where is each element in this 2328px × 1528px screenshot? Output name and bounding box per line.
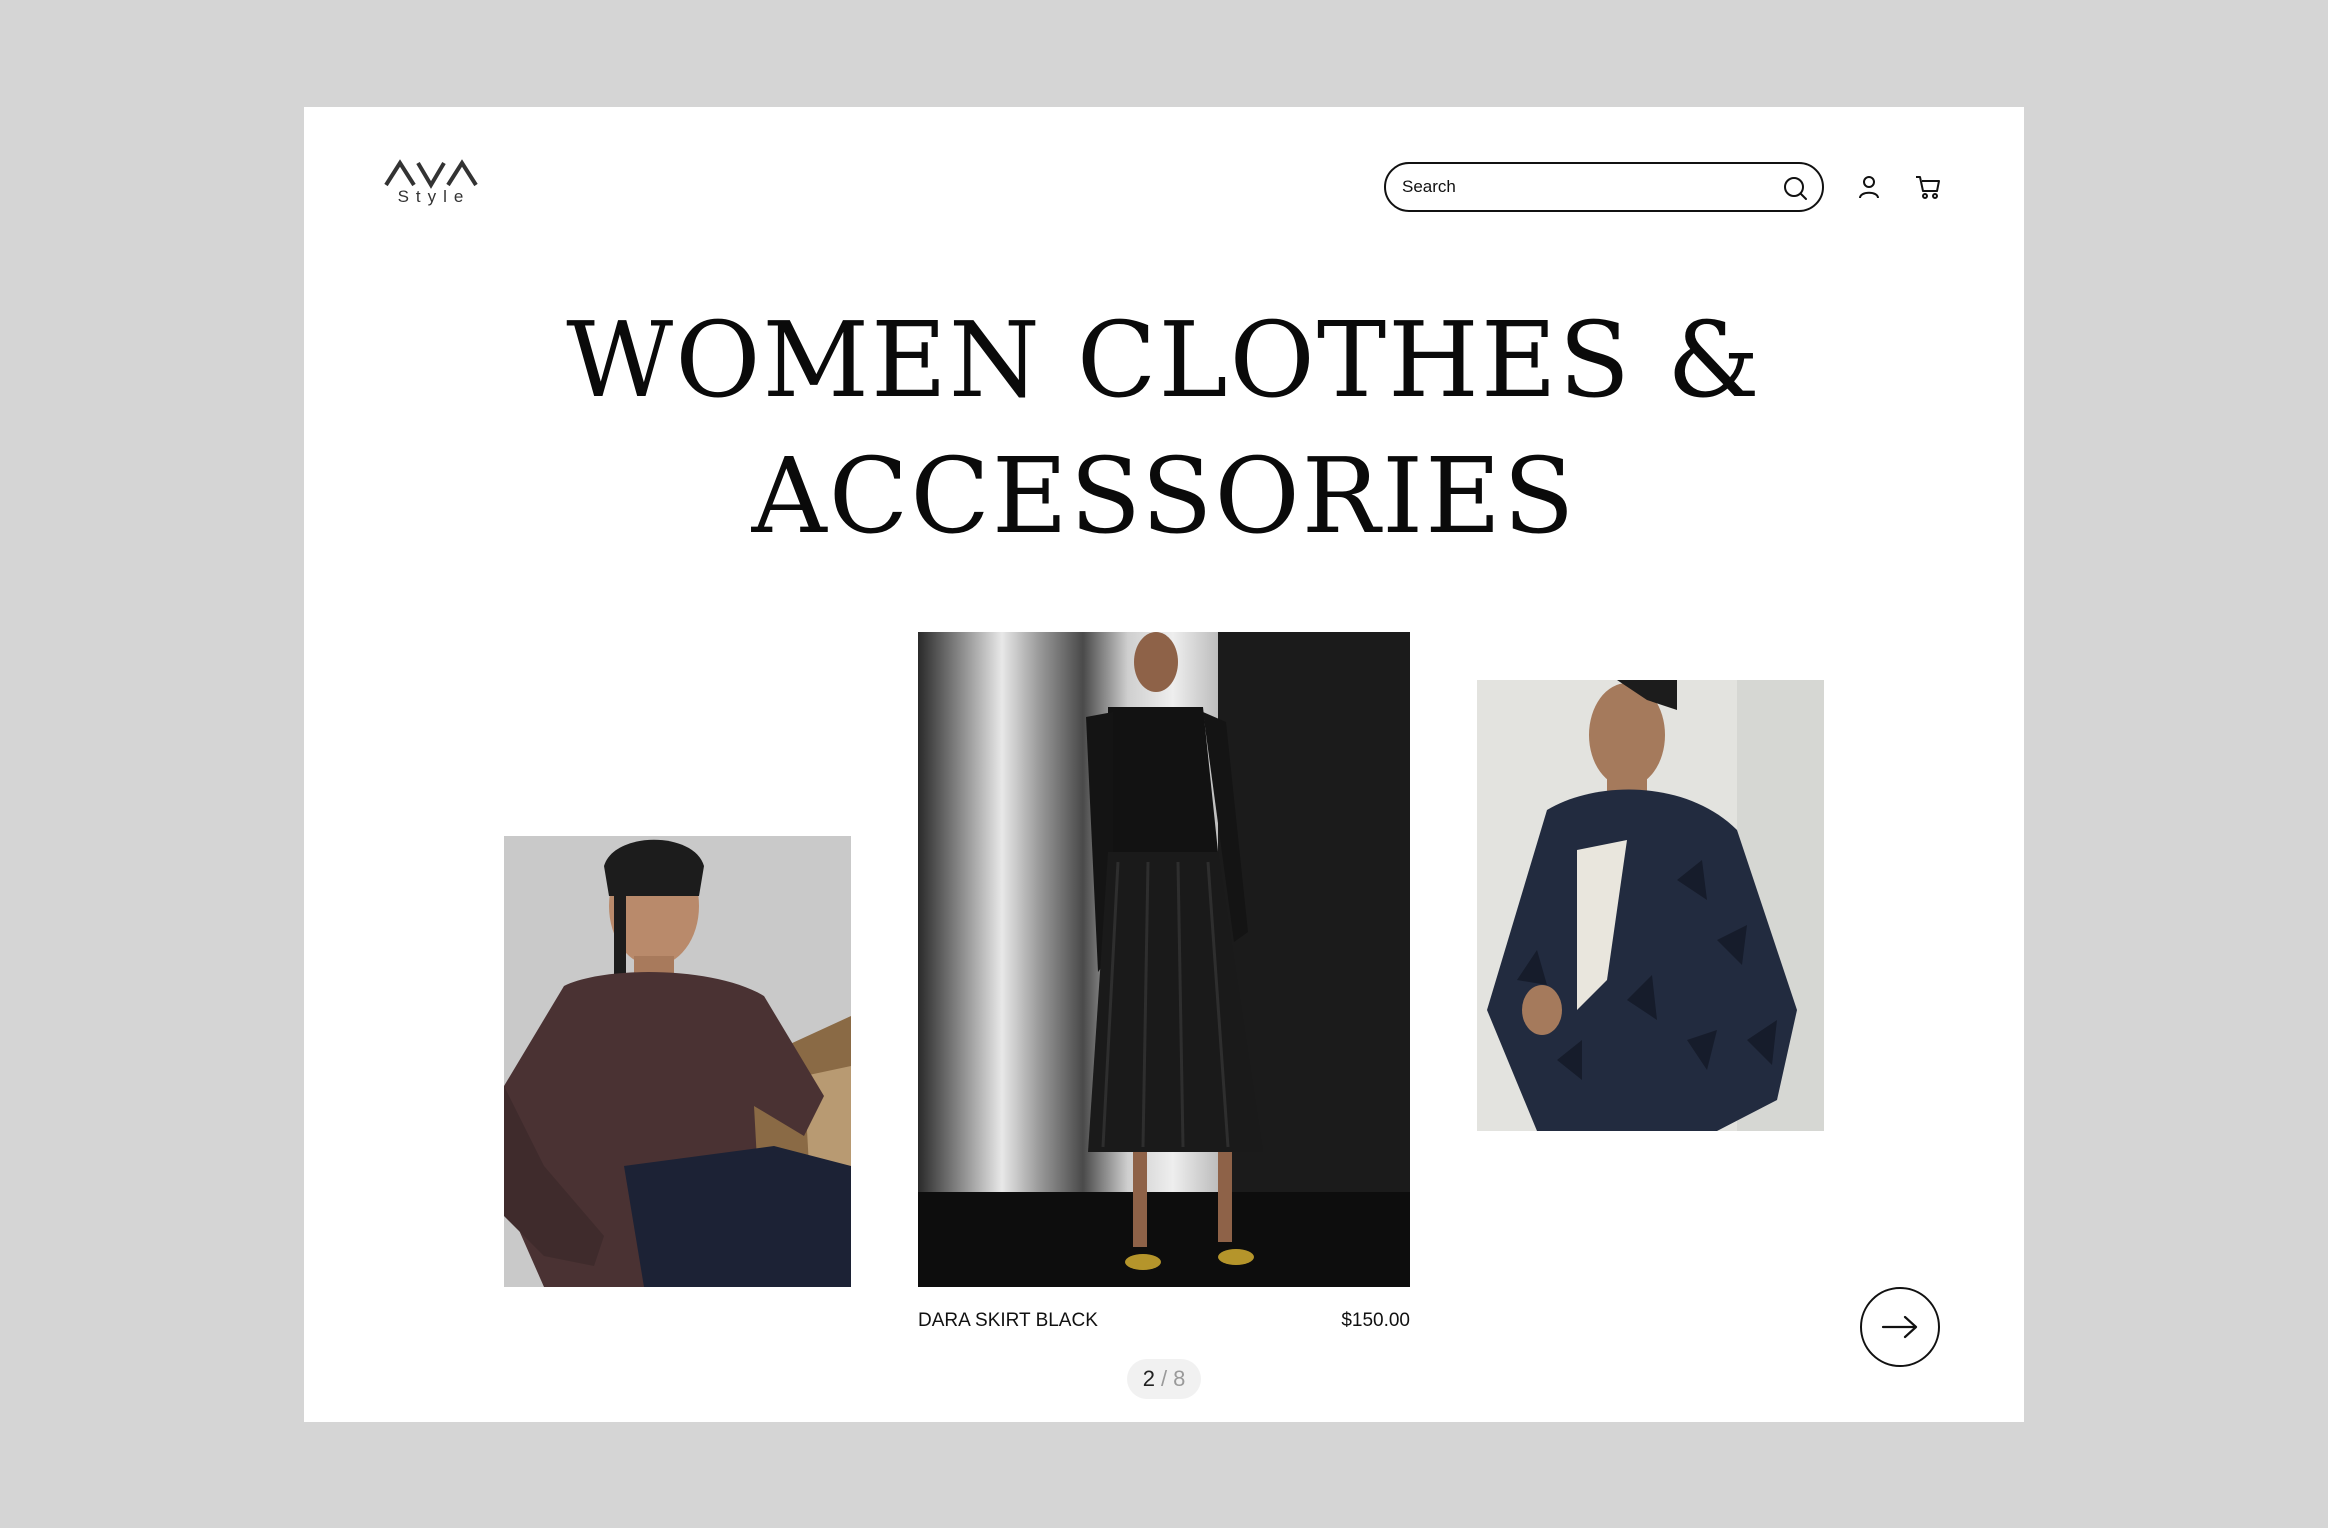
search-bar[interactable] xyxy=(1384,162,1824,212)
carousel-pager: 2 / 8 xyxy=(1127,1359,1201,1399)
user-icon[interactable] xyxy=(1856,174,1882,200)
product-image-prev[interactable] xyxy=(504,836,851,1287)
search-icon[interactable] xyxy=(1782,175,1808,201)
arrow-right-icon xyxy=(1881,1315,1918,1339)
logo-mark-icon xyxy=(384,159,478,189)
brand-logo[interactable]: Style xyxy=(384,159,478,207)
page-title-line-1: WOMEN CLOTHES & xyxy=(566,299,1762,421)
page: Style WOMEN CLOTHES & ACCESSORIES xyxy=(304,107,2024,1422)
cart-icon[interactable] xyxy=(1914,173,1942,201)
logo-subtitle: Style xyxy=(397,187,471,206)
woman-in-fringe-jacket-photo xyxy=(1477,680,1824,1131)
pager-total: 8 xyxy=(1173,1366,1186,1391)
product-image-next[interactable] xyxy=(1477,680,1824,1131)
pager-separator: / xyxy=(1160,1366,1168,1391)
woman-in-pleated-black-dress-photo xyxy=(918,632,1410,1287)
product-caption: DARA SKIRT BLACK $150.00 xyxy=(918,1310,1410,1332)
woman-in-knit-top-photo xyxy=(504,836,851,1287)
page-title-line-2: ACCESSORIES xyxy=(751,435,1577,557)
product-image-active[interactable] xyxy=(918,632,1410,1287)
page-title: WOMEN CLOTHES & ACCESSORIES xyxy=(304,292,2024,564)
search-input[interactable] xyxy=(1400,176,1764,198)
product-name[interactable]: DARA SKIRT BLACK xyxy=(918,1310,1098,1332)
pager-current: 2 xyxy=(1142,1366,1155,1391)
carousel-next-button[interactable] xyxy=(1860,1287,1940,1367)
product-price: $150.00 xyxy=(1341,1310,1410,1331)
